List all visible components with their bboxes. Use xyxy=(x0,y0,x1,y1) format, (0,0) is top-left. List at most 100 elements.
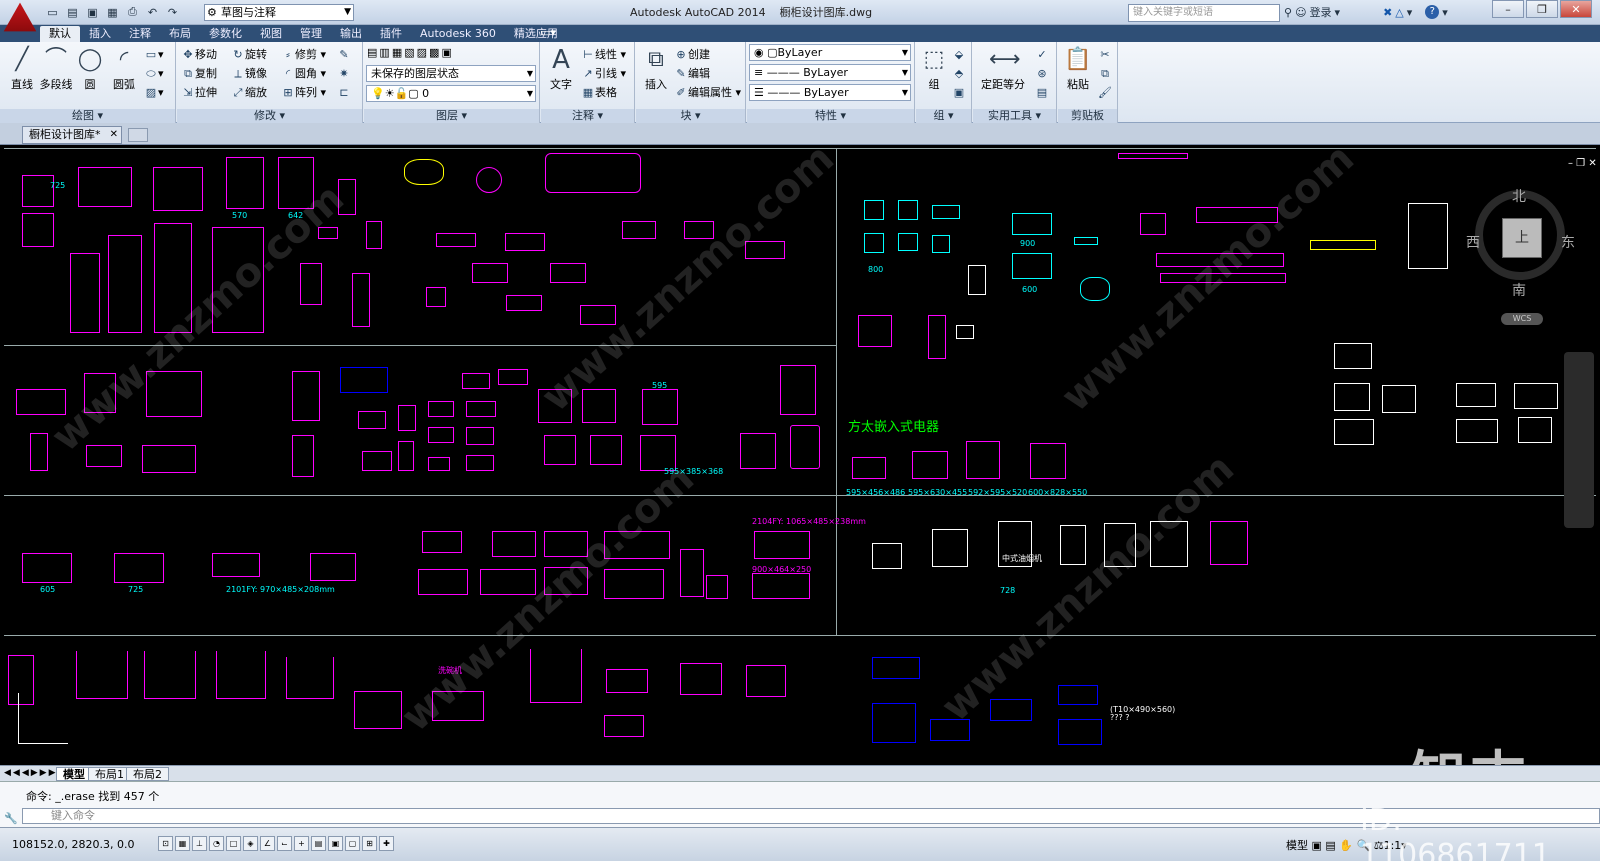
layout-nav-arrows[interactable]: ◀◀◀▶▶▶ xyxy=(4,768,58,778)
tab-layout2[interactable]: 布局2 xyxy=(126,767,169,781)
new-tab-button[interactable] xyxy=(128,128,148,142)
edit-block-button[interactable]: ✎ 编辑 xyxy=(674,65,710,82)
panel-title-utilities[interactable]: 实用工具 ▾ xyxy=(973,109,1056,123)
panel-title-layers[interactable]: 图层 ▾ xyxy=(364,109,539,123)
user-icon[interactable]: ☺ xyxy=(1295,6,1306,19)
group-edit-button[interactable]: ⬘ xyxy=(952,65,966,82)
color-dropdown[interactable]: ◉ ▢ByLayer ▼ xyxy=(749,44,911,61)
tab-7[interactable]: 输出 xyxy=(331,26,371,42)
search-input[interactable]: 键入关键字或短语 xyxy=(1128,4,1280,22)
linetype-dropdown[interactable]: ≡ ——— ByLayer ▼ xyxy=(749,64,911,81)
group-button[interactable]: ⬚ 组 xyxy=(916,46,952,92)
3dosnap-icon[interactable]: ◈ xyxy=(243,836,258,851)
lineweight-dropdown[interactable]: ☰ ——— ByLayer ▼ xyxy=(749,84,911,101)
print-icon[interactable]: ⎙ xyxy=(124,4,141,20)
navigation-bar[interactable] xyxy=(1564,352,1594,528)
lwt-icon[interactable]: ▤ xyxy=(311,836,326,851)
open-icon[interactable]: ▤ xyxy=(64,4,81,20)
tab-layout1[interactable]: 布局1 xyxy=(88,767,131,781)
text-button[interactable]: A 文字 xyxy=(543,46,579,92)
ellipse-button[interactable]: ⬭ ▾ xyxy=(144,65,163,82)
minimize-button[interactable]: – xyxy=(1492,0,1524,18)
explode-button[interactable]: ✷ xyxy=(337,65,351,82)
ribbon-options-icon[interactable]: ▭▾ xyxy=(540,26,556,39)
viewport-controls[interactable]: – ❐ ✕ xyxy=(1568,158,1597,169)
close-icon[interactable]: ✕ xyxy=(110,127,118,143)
chevron-down-icon[interactable]: ▾ xyxy=(1442,6,1448,19)
chevron-down-icon[interactable]: ▾ xyxy=(1407,6,1413,19)
circle-button[interactable]: ◯ 圆 xyxy=(72,46,108,92)
login-button[interactable]: 登录 xyxy=(1310,4,1332,20)
ducs-icon[interactable]: ⌙ xyxy=(277,836,292,851)
saveas-icon[interactable]: ▦ xyxy=(104,4,121,20)
create-block-button[interactable]: ⊕ 创建 xyxy=(674,46,710,63)
tab-10[interactable]: 精选应用 xyxy=(505,26,567,42)
hatch-button[interactable]: ▨ ▾ xyxy=(144,84,164,101)
trim-button[interactable]: ⸗ 修剪 ▾ xyxy=(281,46,326,63)
leader-button[interactable]: ↗ 引线 ▾ xyxy=(581,65,626,82)
viewcube-west[interactable]: 西 xyxy=(1466,232,1480,252)
stretch-button[interactable]: ⇲ 拉伸 xyxy=(181,84,217,101)
arc-button[interactable]: ◜ 圆弧 xyxy=(106,46,142,92)
offset-button[interactable]: ⊏ xyxy=(337,84,351,101)
undo-icon[interactable]: ↶ xyxy=(144,4,161,20)
viewcube-south[interactable]: 南 xyxy=(1512,280,1526,300)
save-icon[interactable]: ▣ xyxy=(84,4,101,20)
layer-state-dropdown[interactable]: 未保存的图层状态 ▼ xyxy=(366,65,536,82)
copy-clip-button[interactable]: ⧉ xyxy=(1098,65,1112,82)
wcs-menu[interactable]: WCS xyxy=(1501,313,1543,325)
otrack-icon[interactable]: ∠ xyxy=(260,836,275,851)
dyn-icon[interactable]: + xyxy=(294,836,309,851)
restore-button[interactable]: ❐ xyxy=(1526,0,1558,18)
chevron-down-icon[interactable]: ▾ xyxy=(1335,6,1341,19)
polyline-button[interactable]: ⌒ 多段线 xyxy=(36,46,76,92)
panel-title-block[interactable]: 块 ▾ xyxy=(636,109,745,123)
calculator-button[interactable]: ▤ xyxy=(1035,84,1049,101)
document-tab[interactable]: 橱柜设计图库* ✕ xyxy=(22,126,122,144)
redo-icon[interactable]: ↷ xyxy=(164,4,181,20)
tab-5[interactable]: 视图 xyxy=(251,26,291,42)
viewcube-east[interactable]: 东 xyxy=(1561,232,1575,252)
panel-title-annotation[interactable]: 注释 ▾ xyxy=(541,109,634,123)
autodesk-a360-icon[interactable]: △ xyxy=(1395,6,1403,19)
panel-title-properties[interactable]: 特性 ▾ xyxy=(747,109,914,123)
help-icon[interactable]: ? xyxy=(1425,5,1440,19)
paste-button[interactable]: 📋 粘贴 xyxy=(1060,46,1096,92)
osnap-icon[interactable]: □ xyxy=(226,836,241,851)
polar-icon[interactable]: ◔ xyxy=(209,836,224,851)
select-similar-button[interactable]: ⊛ xyxy=(1035,65,1049,82)
tab-4[interactable]: 参数化 xyxy=(200,26,251,42)
viewcube-north[interactable]: 北 xyxy=(1512,186,1526,206)
tab-2[interactable]: 注释 xyxy=(120,26,160,42)
close-button[interactable]: ✕ xyxy=(1560,0,1592,18)
grid-icon[interactable]: ▦ xyxy=(175,836,190,851)
layer-dropdown[interactable]: 💡☀🔓▢ 0 ▼ xyxy=(366,85,536,102)
new-icon[interactable]: ▭ xyxy=(44,4,61,20)
model-space-toggle[interactable]: 模型 xyxy=(1286,839,1308,852)
tab-1[interactable]: 插入 xyxy=(80,26,120,42)
snap-icon[interactable]: ⊡ xyxy=(158,836,173,851)
quick-select-button[interactable]: ✓ xyxy=(1035,46,1049,63)
array-button[interactable]: ⊞ 阵列 ▾ xyxy=(281,84,326,101)
table-button[interactable]: ▦ 表格 xyxy=(581,84,617,101)
pan-icon[interactable]: ✋ xyxy=(1339,839,1353,852)
sc-icon[interactable]: ⊞ xyxy=(362,836,377,851)
fillet-button[interactable]: ◜ 圆角 ▾ xyxy=(281,65,326,82)
cut-button[interactable]: ✂ xyxy=(1098,46,1112,63)
tab-9[interactable]: Autodesk 360 xyxy=(411,26,505,42)
panel-title-draw[interactable]: 绘图 ▾ xyxy=(0,109,175,123)
tab-3[interactable]: 布局 xyxy=(160,26,200,42)
tpy-icon[interactable]: ▣ xyxy=(328,836,343,851)
quick-view-icon[interactable]: ▣ ▤ xyxy=(1312,839,1336,852)
am-icon[interactable]: ✚ xyxy=(379,836,394,851)
linear-dim-button[interactable]: ⊢ 线性 ▾ xyxy=(581,46,626,63)
erase-button[interactable]: ✎ xyxy=(337,46,351,63)
panel-title-clipboard[interactable]: 剪贴板 xyxy=(1058,109,1117,123)
scale-button[interactable]: ⤢ 缩放 xyxy=(231,84,267,101)
tab-8[interactable]: 插件 xyxy=(371,26,411,42)
qp-icon[interactable]: ▢ xyxy=(345,836,360,851)
search-icon[interactable]: ⚲ xyxy=(1284,6,1292,19)
panel-title-groups[interactable]: 组 ▾ xyxy=(916,109,971,123)
insert-button[interactable]: ⧉ 插入 xyxy=(638,46,674,92)
panel-title-modify[interactable]: 修改 ▾ xyxy=(177,109,362,123)
